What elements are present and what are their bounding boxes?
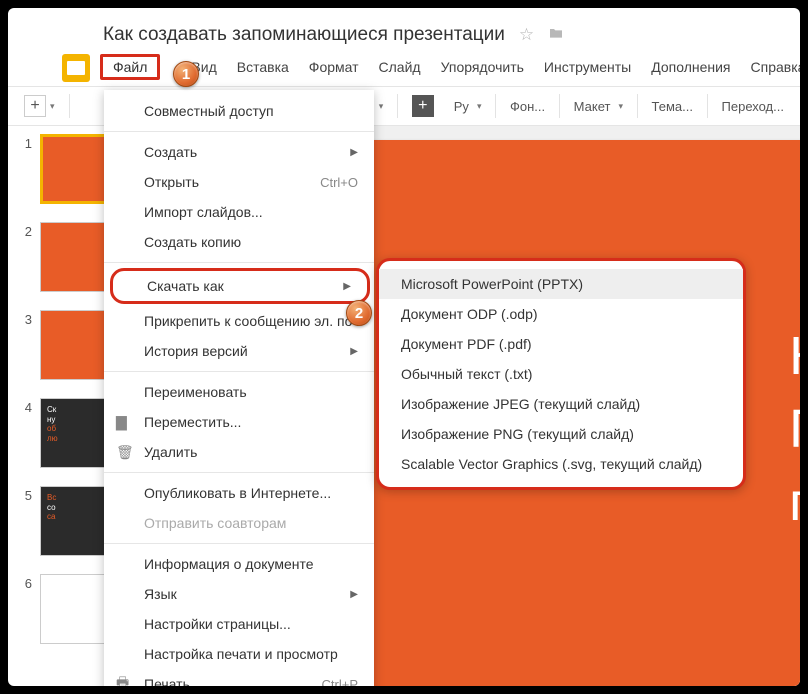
menu-item-move[interactable]: ▇Переместить...	[104, 407, 374, 437]
theme-button[interactable]: Тема...	[644, 95, 701, 118]
thumb-number: 1	[18, 134, 32, 151]
submenu-arrow-icon: ▶	[350, 589, 358, 600]
file-menu: Совместный доступ Создать▶ ОткрытьCtrl+O…	[104, 90, 374, 686]
submenu-item-odp[interactable]: Документ ODP (.odp)	[379, 299, 743, 329]
submenu-item-png[interactable]: Изображение PNG (текущий слайд)	[379, 419, 743, 449]
menubar: Файл Вид Вставка Формат Слайд Упорядочит…	[8, 46, 800, 82]
menu-item-page-setup[interactable]: Настройки страницы...	[104, 609, 374, 639]
menu-item-open[interactable]: ОткрытьCtrl+O	[104, 167, 374, 197]
folder-icon: ▇	[116, 414, 127, 431]
download-as-submenu: Microsoft PowerPoint (PPTX) Документ ODP…	[376, 258, 746, 490]
menu-item-rename[interactable]: Переименовать	[104, 377, 374, 407]
thumb-number: 4	[18, 398, 32, 415]
submenu-item-pdf[interactable]: Документ PDF (.pdf)	[379, 329, 743, 359]
transition-button[interactable]: Переход...	[714, 95, 792, 118]
submenu-arrow-icon: ▶	[343, 281, 351, 292]
submenu-item-pptx[interactable]: Microsoft PowerPoint (PPTX)	[379, 269, 743, 299]
menu-item-send-collaborators: Отправить соавторам	[104, 508, 374, 538]
annotation-badge-2: 2	[346, 300, 372, 326]
menu-item-share[interactable]: Совместный доступ	[104, 96, 374, 126]
thumb-number: 5	[18, 486, 32, 503]
menu-format[interactable]: Формат	[300, 55, 368, 79]
print-icon: 🖶	[116, 672, 129, 686]
annotation-badge-1: 1	[173, 61, 199, 87]
menu-item-version-history[interactable]: История версий▶	[104, 336, 374, 366]
menu-insert[interactable]: Вставка	[228, 55, 298, 79]
background-button[interactable]: Фон...	[502, 95, 553, 118]
submenu-item-svg[interactable]: Scalable Vector Graphics (.svg, текущий …	[379, 449, 743, 479]
menu-item-doc-info[interactable]: Информация о документе	[104, 549, 374, 579]
comment-button[interactable]: +	[404, 91, 442, 121]
slide-title-text: К ПО през	[789, 320, 800, 539]
menu-addons[interactable]: Дополнения	[642, 55, 739, 79]
thumb-number: 6	[18, 574, 32, 591]
menu-item-make-copy[interactable]: Создать копию	[104, 227, 374, 257]
menu-item-import[interactable]: Импорт слайдов...	[104, 197, 374, 227]
input-tool-button[interactable]: Ру	[446, 95, 490, 118]
menu-file[interactable]: Файл	[100, 54, 160, 80]
slides-logo	[62, 54, 90, 82]
menu-item-publish[interactable]: Опубликовать в Интернете...	[104, 478, 374, 508]
menu-item-print[interactable]: 🖶ПечатьCtrl+P	[104, 669, 374, 686]
submenu-arrow-icon: ▶	[350, 346, 358, 357]
menu-item-language[interactable]: Язык▶	[104, 579, 374, 609]
submenu-item-txt[interactable]: Обычный текст (.txt)	[379, 359, 743, 389]
new-slide-button[interactable]: +▾	[16, 91, 63, 121]
layout-button[interactable]: Макет	[566, 95, 631, 118]
menu-item-attach-email[interactable]: Прикрепить к сообщению эл. поч	[104, 306, 374, 336]
menu-item-download-as[interactable]: Скачать как▶	[110, 268, 370, 304]
menu-slide[interactable]: Слайд	[370, 55, 430, 79]
thumb-number: 2	[18, 222, 32, 239]
menu-item-print-preview[interactable]: Настройка печати и просмотр	[104, 639, 374, 669]
menu-tools[interactable]: Инструменты	[535, 55, 640, 79]
menu-arrange[interactable]: Упорядочить	[432, 55, 533, 79]
trash-icon: 🗑	[116, 444, 134, 461]
submenu-arrow-icon: ▶	[350, 147, 358, 158]
star-icon[interactable]: ☆	[519, 25, 534, 45]
menu-item-delete[interactable]: 🗑Удалить	[104, 437, 374, 467]
plus-icon: +	[24, 95, 46, 117]
doc-title[interactable]: Как создавать запоминающиеся презентации	[58, 24, 505, 46]
folder-icon[interactable]	[548, 25, 564, 46]
thumb-number: 3	[18, 310, 32, 327]
menu-help[interactable]: Справка	[742, 55, 800, 79]
submenu-item-jpeg[interactable]: Изображение JPEG (текущий слайд)	[379, 389, 743, 419]
menu-item-create[interactable]: Создать▶	[104, 137, 374, 167]
